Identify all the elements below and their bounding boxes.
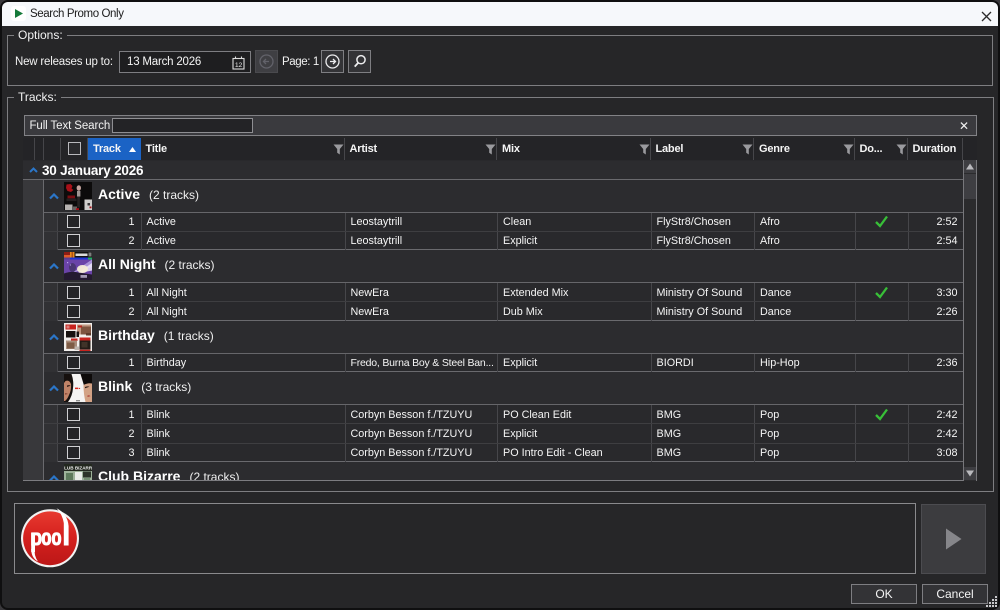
svg-text:CLUB BIZARRE: CLUB BIZARRE [64,465,92,470]
svg-text:12: 12 [235,62,243,69]
